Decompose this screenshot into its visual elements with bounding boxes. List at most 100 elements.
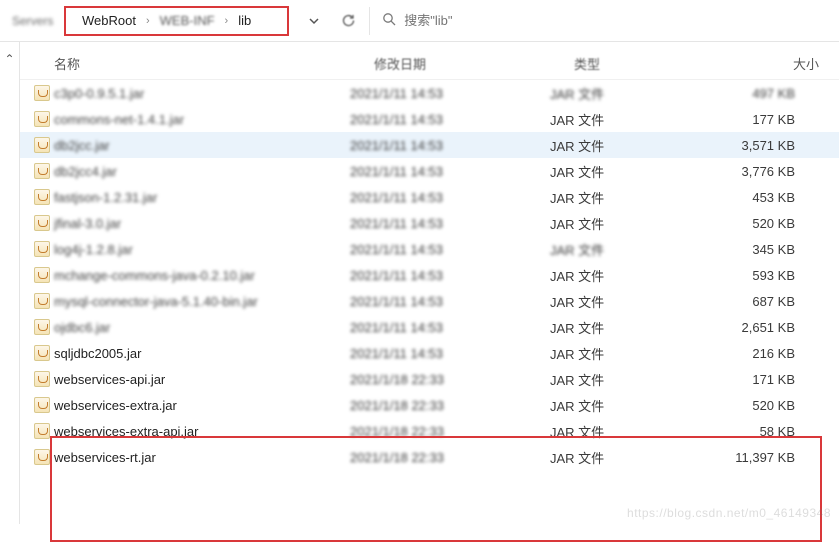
cell-size: 3,776 KB	[700, 164, 815, 179]
cell-size: 177 KB	[700, 112, 815, 127]
history-dropdown-button[interactable]	[297, 6, 331, 36]
toolbar-divider	[369, 7, 370, 35]
table-row[interactable]: sqljdbc2005.jar2021/1/11 14:53JAR 文件216 …	[20, 340, 839, 366]
table-row[interactable]: webservices-api.jar2021/1/18 22:33JAR 文件…	[20, 366, 839, 392]
cell-name: webservices-rt.jar	[30, 449, 350, 465]
cell-name: sqljdbc2005.jar	[30, 345, 350, 361]
cell-date: 2021/1/11 14:53	[350, 320, 550, 335]
cell-type: JAR 文件	[550, 84, 700, 103]
table-row[interactable]: webservices-rt.jar2021/1/18 22:33JAR 文件1…	[20, 444, 839, 470]
cell-date: 2021/1/11 14:53	[350, 164, 550, 179]
file-list: 名称 修改日期 类型 大小 c3p0-0.9.5.1.jar 2021/1/11 …	[20, 42, 839, 524]
table-row[interactable]: db2jcc.jar2021/1/11 14:53JAR 文件3,571 KB	[20, 132, 839, 158]
table-row[interactable]: db2jcc4.jar 2021/1/11 14:53JAR 文件3,776 KB	[20, 158, 839, 184]
cell-name: c3p0-0.9.5.1.jar	[30, 85, 350, 101]
jar-file-icon	[30, 137, 54, 153]
cell-name: db2jcc4.jar	[30, 163, 350, 179]
table-row[interactable]: mysql-connector-java-5.1.40-bin.jar 2021/…	[20, 288, 839, 314]
collapse-caret-icon[interactable]: ⌃	[4, 52, 14, 66]
file-name: db2jcc4.jar	[54, 164, 117, 179]
watermark: https://blog.csdn.net/m0_46149348	[627, 506, 831, 520]
cell-size: 58 KB	[700, 424, 815, 439]
jar-file-icon	[30, 345, 54, 361]
file-name: c3p0-0.9.5.1.jar	[54, 86, 144, 101]
cell-name: db2jcc.jar	[30, 137, 350, 153]
table-row[interactable]: webservices-extra.jar2021/1/18 22:33JAR …	[20, 392, 839, 418]
cell-size: 2,651 KB	[700, 320, 815, 335]
table-row[interactable]: webservices-extra-api.jar 2021/1/18 22:33…	[20, 418, 839, 444]
column-header-size[interactable]: 大小	[724, 54, 839, 73]
refresh-button[interactable]	[331, 6, 365, 36]
cell-name: log4j-1.2.8.jar	[30, 241, 350, 257]
cell-size: 520 KB	[700, 216, 815, 231]
cell-name: webservices-api.jar	[30, 371, 350, 387]
main: ⌃ 名称 修改日期 类型 大小 c3p0-0.9.5.1.jar 2021/1/1…	[0, 42, 839, 524]
cell-type: JAR 文件	[550, 292, 700, 311]
jar-file-icon	[30, 267, 54, 283]
file-name: webservices-rt.jar	[54, 450, 156, 465]
cell-type: JAR 文件	[550, 162, 700, 181]
cell-type: JAR 文件	[550, 188, 700, 207]
file-name: commons-net-1.4.1.jar	[54, 112, 184, 127]
cell-type: JAR 文件	[550, 266, 700, 285]
cell-type: JAR 文件	[550, 240, 700, 259]
jar-file-icon	[30, 293, 54, 309]
crumb-webroot[interactable]: WebRoot	[76, 9, 142, 32]
cell-date: 2021/1/18 22:33	[350, 424, 550, 439]
file-name: log4j-1.2.8.jar	[54, 242, 133, 257]
cell-type: JAR 文件	[550, 110, 700, 129]
cell-type: JAR 文件	[550, 136, 700, 155]
search-box[interactable]	[374, 6, 833, 36]
table-row[interactable]: jfinal-3.0.jar2021/1/11 14:53JAR 文件520 K…	[20, 210, 839, 236]
chevron-right-icon[interactable]: ›	[221, 15, 233, 27]
chevron-right-icon[interactable]: ›	[142, 15, 154, 27]
cell-size: 11,397 KB	[700, 450, 815, 465]
cell-type: JAR 文件	[550, 422, 700, 441]
cell-size: 520 KB	[700, 398, 815, 413]
jar-file-icon	[30, 423, 54, 439]
crumb-lib[interactable]: lib	[232, 9, 257, 32]
cell-name: mchange-commons-java-0.2.10.jar	[30, 267, 350, 283]
cell-date: 2021/1/11 14:53	[350, 112, 550, 127]
jar-file-icon	[30, 371, 54, 387]
table-row[interactable]: fastjson-1.2.31.jar2021/1/11 14:53JAR 文件…	[20, 184, 839, 210]
jar-file-icon	[30, 241, 54, 257]
table-row[interactable]: mchange-commons-java-0.2.10.jar2021/1/11…	[20, 262, 839, 288]
cell-size: 593 KB	[700, 268, 815, 283]
cell-name: webservices-extra-api.jar	[30, 423, 350, 439]
file-name: webservices-extra-api.jar	[54, 424, 199, 439]
cell-date: 2021/1/18 22:33	[350, 372, 550, 387]
cell-date: 2021/1/11 14:53	[350, 268, 550, 283]
cell-date: 2021/1/11 14:53	[350, 242, 550, 257]
file-name: mysql-connector-java-5.1.40-bin.jar	[54, 294, 258, 309]
nav-rail: ⌃	[0, 42, 20, 524]
cell-size: 453 KB	[700, 190, 815, 205]
column-header-name[interactable]: 名称	[54, 54, 374, 73]
cell-name: mysql-connector-java-5.1.40-bin.jar	[30, 293, 350, 309]
cell-date: 2021/1/18 22:33	[350, 398, 550, 413]
column-header-date[interactable]: 修改日期	[374, 54, 574, 73]
cell-date: 2021/1/11 14:53	[350, 294, 550, 309]
table-row[interactable]: ojdbc6.jar 2021/1/11 14:53JAR 文件2,651 KB	[20, 314, 839, 340]
cell-date: 2021/1/11 14:53	[350, 138, 550, 153]
cell-date: 2021/1/11 14:53	[350, 216, 550, 231]
jar-file-icon	[30, 449, 54, 465]
jar-file-icon	[30, 397, 54, 413]
cell-date: 2021/1/18 22:33	[350, 450, 550, 465]
file-name: fastjson-1.2.31.jar	[54, 190, 157, 205]
table-row[interactable]: log4j-1.2.8.jar2021/1/11 14:53JAR 文件345 …	[20, 236, 839, 262]
org-label: Servers	[6, 14, 64, 28]
rows-container: c3p0-0.9.5.1.jar2021/1/11 14:53JAR 文件497…	[20, 80, 839, 470]
table-row[interactable]: c3p0-0.9.5.1.jar2021/1/11 14:53JAR 文件497…	[20, 80, 839, 106]
cell-type: JAR 文件	[550, 370, 700, 389]
column-header-type[interactable]: 类型	[574, 54, 724, 73]
jar-file-icon	[30, 189, 54, 205]
file-name: ojdbc6.jar	[54, 320, 110, 335]
cell-date: 2021/1/11 14:53	[350, 86, 550, 101]
cell-name: webservices-extra.jar	[30, 397, 350, 413]
table-row[interactable]: commons-net-1.4.1.jar 2021/1/11 14:53JAR …	[20, 106, 839, 132]
cell-date: 2021/1/11 14:53	[350, 346, 550, 361]
cell-type: JAR 文件	[550, 318, 700, 337]
crumb-webinf[interactable]: WEB-INF	[154, 9, 221, 32]
search-input[interactable]	[404, 13, 825, 28]
